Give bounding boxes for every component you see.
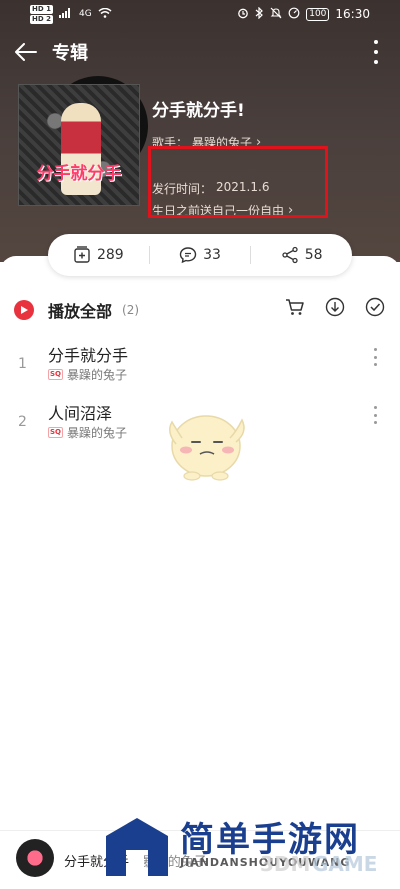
cover-title-art: 分手就分手	[36, 164, 122, 184]
track-title: 分手就分手	[48, 346, 129, 365]
app-bar: 专辑	[0, 32, 400, 72]
mute-icon	[270, 7, 282, 22]
watermark-game: GAME	[312, 852, 378, 876]
back-button[interactable]	[12, 38, 40, 66]
track-artist: 暴躁的兔子	[67, 368, 128, 382]
track-meta: SQ 暴躁的兔子	[48, 424, 127, 441]
track-more-button[interactable]	[374, 406, 380, 424]
track-title: 人间沼泽	[48, 404, 113, 423]
check-circle-icon	[365, 297, 385, 317]
multi-select-button[interactable]	[364, 296, 386, 318]
more-options-button[interactable]	[366, 40, 386, 64]
collect-icon	[74, 246, 90, 263]
collect-count: 289	[96, 247, 124, 263]
download-icon	[325, 297, 345, 317]
mascot-illustration	[169, 415, 245, 481]
play-all-row: 播放全部 (2)	[14, 296, 386, 324]
album-actions-card: 289 33 58	[48, 234, 352, 276]
comment-button[interactable]: 33	[150, 246, 251, 264]
track-row[interactable]: 1 分手就分手 SQ 暴躁的兔子	[0, 342, 400, 386]
network-type: 4G	[78, 9, 92, 19]
cover-art: 分手就分手	[18, 84, 140, 206]
status-right: 100 16:30	[237, 6, 370, 22]
track-index: 1	[18, 356, 27, 372]
comment-count: 33	[203, 247, 221, 263]
share-button[interactable]: 58	[251, 246, 352, 264]
track-artist: 暴躁的兔子	[67, 426, 128, 440]
sim2-badge: HD 2	[30, 14, 53, 24]
share-icon	[282, 246, 298, 264]
track-meta: SQ 暴躁的兔子	[48, 366, 127, 383]
highlight-box	[148, 146, 328, 218]
page-title: 专辑	[52, 43, 88, 64]
battery-level: 100	[306, 7, 330, 21]
status-left: HD 1 HD 2 4G	[30, 4, 112, 24]
sq-badge: SQ	[48, 369, 63, 380]
play-icon	[21, 306, 28, 314]
album-title: 分手就分手!	[152, 101, 245, 121]
collect-button[interactable]: 289	[48, 246, 149, 264]
status-bar: HD 1 HD 2 4G 100 16:30	[0, 0, 400, 28]
track-count: (2)	[122, 303, 140, 317]
cart-icon	[286, 299, 304, 315]
signal-icon	[58, 7, 73, 21]
alarm-icon	[237, 7, 249, 22]
list-toolbar	[284, 296, 386, 318]
track-more-button[interactable]	[374, 348, 380, 366]
gauge-icon	[288, 7, 300, 22]
play-all-button[interactable]	[14, 300, 34, 320]
watermark-3dm: 3DM	[260, 852, 311, 876]
track-index: 2	[18, 414, 27, 430]
site-watermark: 简单手游网 JIANDANSHOUYOUWANG 3DM GAME	[96, 806, 396, 884]
comment-icon	[179, 247, 197, 264]
album-cover[interactable]: 分手就分手	[18, 76, 148, 206]
mini-player-cover[interactable]	[16, 839, 54, 877]
share-count: 58	[304, 247, 323, 263]
sq-badge: SQ	[48, 427, 63, 438]
arrow-left-icon	[15, 43, 37, 61]
download-button[interactable]	[324, 296, 346, 318]
cart-button[interactable]	[284, 296, 306, 318]
clock: 16:30	[335, 7, 370, 21]
wifi-icon	[98, 7, 112, 21]
sim1-badge: HD 1	[30, 4, 53, 14]
bluetooth-icon	[255, 6, 264, 22]
sim-indicators: HD 1 HD 2	[30, 4, 53, 24]
play-all-label[interactable]: 播放全部	[48, 298, 112, 322]
watermark-logo-icon	[106, 818, 168, 876]
